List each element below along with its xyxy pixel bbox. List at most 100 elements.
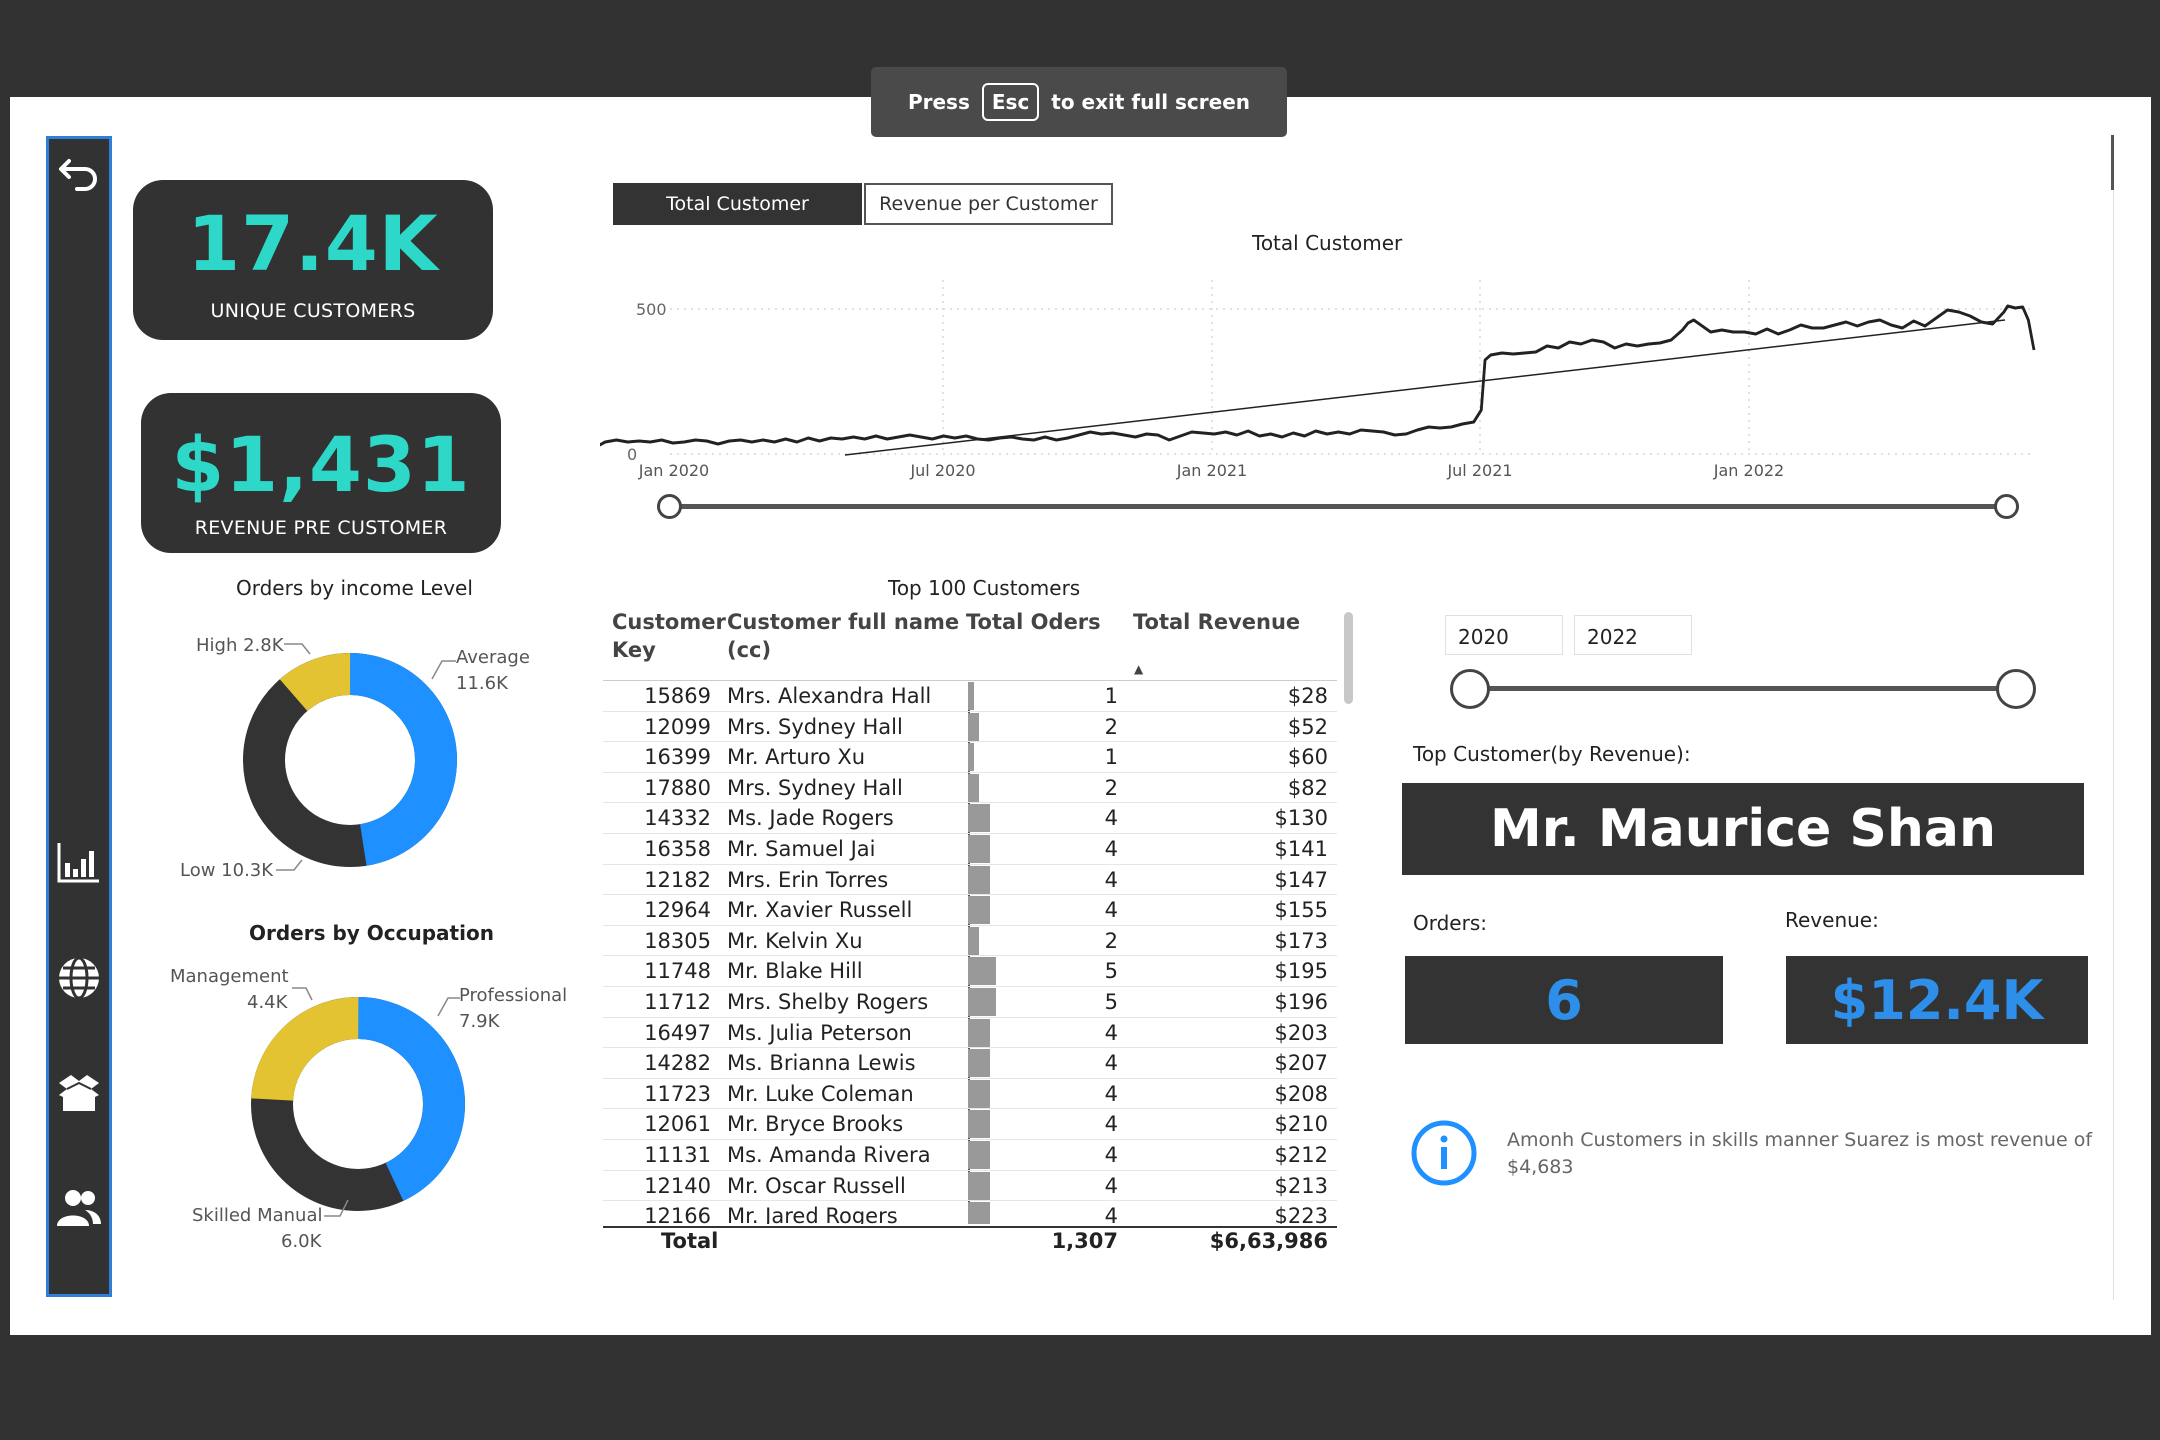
table-row[interactable]: 11723 Mr. Luke Coleman 4 $208: [603, 1079, 1337, 1110]
total-orders-cell: 2: [1104, 928, 1118, 953]
globe-icon[interactable]: [55, 954, 103, 1002]
date-range-track[interactable]: [669, 504, 2006, 509]
total-orders-cell: 2: [1104, 775, 1118, 800]
year-range-track[interactable]: [1470, 686, 2016, 691]
year-range-end-handle[interactable]: [1996, 669, 2036, 709]
table-row[interactable]: 18305 Mr. Kelvin Xu 2 $173: [603, 926, 1337, 957]
table-row[interactable]: 11131 Ms. Amanda Rivera 4 $212: [603, 1140, 1337, 1171]
table-row[interactable]: 16497 Ms. Julia Peterson 4 $203: [603, 1018, 1337, 1049]
table-row[interactable]: 15869 Mrs. Alexandra Hall 1 $28: [603, 681, 1337, 712]
occupation-donut: [251, 997, 465, 1211]
total-orders-cell: 4: [1104, 1020, 1118, 1045]
year-to-input[interactable]: 2022: [1574, 615, 1692, 655]
bar-chart-icon[interactable]: [55, 839, 103, 887]
income-label-average-name: Average: [456, 647, 530, 668]
table-row[interactable]: 11748 Mr. Blake Hill 5 $195: [603, 956, 1337, 987]
table-row[interactable]: 12964 Mr. Xavier Russell 4 $155: [603, 895, 1337, 926]
table-row[interactable]: 12099 Mrs. Sydney Hall 2 $52: [603, 712, 1337, 743]
table-row[interactable]: 12166 Mr. Jared Rogers 4 $223: [603, 1201, 1337, 1224]
total-revenue-cell: $28: [1287, 684, 1328, 708]
line-chart-gridlines: [670, 280, 2035, 455]
header-customer-key-2[interactable]: Key: [612, 638, 656, 662]
customer-key-cell: 12964: [644, 898, 711, 923]
table-row[interactable]: 14332 Ms. Jade Rogers 4 $130: [603, 803, 1337, 834]
total-revenue-cell: $203: [1274, 1020, 1328, 1045]
back-arrow-icon[interactable]: [55, 149, 103, 197]
table-row[interactable]: 12182 Mrs. Erin Torres 4 $147: [603, 865, 1337, 896]
income-label-low: Low 10.3K: [180, 860, 274, 881]
info-text-line1: Amonh Customers in skills manner Suarez …: [1507, 1129, 2093, 1151]
customer-name-cell: Mrs. Sydney Hall: [727, 714, 903, 739]
customer-name-cell: Mr. Samuel Jai: [727, 836, 876, 861]
table-row[interactable]: 12061 Mr. Bryce Brooks 4 $210: [603, 1109, 1337, 1140]
header-customer-key-1[interactable]: Customer: [612, 610, 726, 634]
total-revenue-cell: $196: [1274, 989, 1328, 1014]
header-total-orders[interactable]: Total Oders: [966, 610, 1101, 634]
year-range-start-handle[interactable]: [1450, 669, 1490, 709]
header-total-revenue[interactable]: Total Revenue: [1133, 610, 1300, 634]
income-chart-title: Orders by income Level: [236, 576, 473, 600]
info-text-line2: $4,683: [1507, 1156, 1574, 1178]
total-orders-cell: 2: [1104, 714, 1118, 739]
canvas-scrollbar[interactable]: [2111, 135, 2114, 190]
total-revenue-cell: $52: [1287, 714, 1328, 739]
sort-ascending-icon[interactable]: ▲: [1134, 662, 1143, 676]
table-scrollbar[interactable]: [1344, 612, 1353, 704]
box-icon[interactable]: [55, 1069, 103, 1117]
x-tick-jan-2022: Jan 2022: [1713, 461, 1784, 480]
table-row[interactable]: 12140 Mr. Oscar Russell 4 $213: [603, 1171, 1337, 1202]
orders-data-bar: [968, 712, 980, 741]
occupation-leader-management: [292, 987, 313, 1001]
total-orders-cell: 4: [1104, 836, 1118, 861]
customer-name-cell: Mr. Blake Hill: [727, 959, 863, 984]
customer-name-cell: Mrs. Shelby Rogers: [727, 989, 929, 1014]
header-full-name-2[interactable]: (cc): [727, 638, 771, 662]
income-label-high: High 2.8K: [196, 635, 284, 656]
occupation-label-management-name: Management: [170, 966, 289, 987]
users-icon[interactable]: [55, 1184, 103, 1232]
income-label-average-value: 11.6K: [456, 673, 508, 694]
occupation-label-management-value: 4.4K: [247, 992, 288, 1013]
kpi-revenue-label: REVENUE PRE CUSTOMER: [194, 517, 448, 539]
total-orders-cell: 4: [1104, 867, 1118, 892]
occupation-chart-title: Orders by Occupation: [249, 921, 494, 945]
income-leader-average: [431, 660, 456, 680]
customer-name-cell: Ms. Brianna Lewis: [727, 1051, 916, 1076]
customer-key-cell: 11712: [644, 989, 711, 1014]
customer-name-cell: Mr. Luke Coleman: [727, 1081, 914, 1106]
y-tick-0: 0: [627, 445, 637, 464]
income-leader-low: [276, 859, 303, 871]
table-row[interactable]: 16399 Mr. Arturo Xu 1 $60: [603, 742, 1337, 773]
tab-total-customer[interactable]: Total Customer: [613, 183, 862, 225]
total-revenue-cell: $60: [1287, 745, 1328, 770]
total-revenue-cell: $147: [1274, 867, 1328, 892]
customer-key-cell: 12061: [644, 1112, 711, 1137]
year-from-input[interactable]: 2020: [1445, 615, 1563, 655]
fullscreen-banner: Press Esc to exit full screen: [871, 67, 1287, 137]
occupation-leader-professional: [437, 997, 460, 1017]
customer-key-cell: 12166: [644, 1204, 711, 1224]
table-row[interactable]: 17880 Mrs. Sydney Hall 2 $82: [603, 773, 1337, 804]
header-full-name-1[interactable]: Customer full name: [727, 610, 959, 634]
customer-name-cell: Mr. Oscar Russell: [727, 1173, 906, 1198]
total-orders-cell: 4: [1104, 1112, 1118, 1137]
fullscreen-rest-text: to exit full screen: [1051, 90, 1251, 114]
occupation-leader-skilled: [324, 1199, 349, 1217]
customer-key-cell: 12140: [644, 1173, 711, 1198]
total-revenue-cell: $173: [1274, 928, 1328, 953]
date-range-end-handle[interactable]: [1994, 494, 2019, 519]
total-orders-cell: 4: [1104, 1051, 1118, 1076]
tab-revenue-per-customer[interactable]: Revenue per Customer: [864, 183, 1113, 225]
table-row[interactable]: 16358 Mr. Samuel Jai 4 $141: [603, 834, 1337, 865]
table-row[interactable]: 11712 Mrs. Shelby Rogers 5 $196: [603, 987, 1337, 1018]
kpi-customers-label: UNIQUE CUSTOMERS: [210, 300, 416, 322]
total-revenue-cell: $210: [1274, 1112, 1328, 1137]
total-orders-cell: 4: [1104, 1081, 1118, 1106]
orders-data-bar: [968, 926, 980, 955]
kpi-revenue-value: $1,431: [171, 420, 471, 509]
table-row[interactable]: 14282 Ms. Brianna Lewis 4 $207: [603, 1048, 1337, 1079]
orders-label: Orders:: [1413, 911, 1487, 935]
date-range-start-handle[interactable]: [657, 494, 682, 519]
esc-key-badge: Esc: [981, 83, 1040, 121]
x-tick-jan-2021: Jan 2021: [1176, 461, 1247, 480]
